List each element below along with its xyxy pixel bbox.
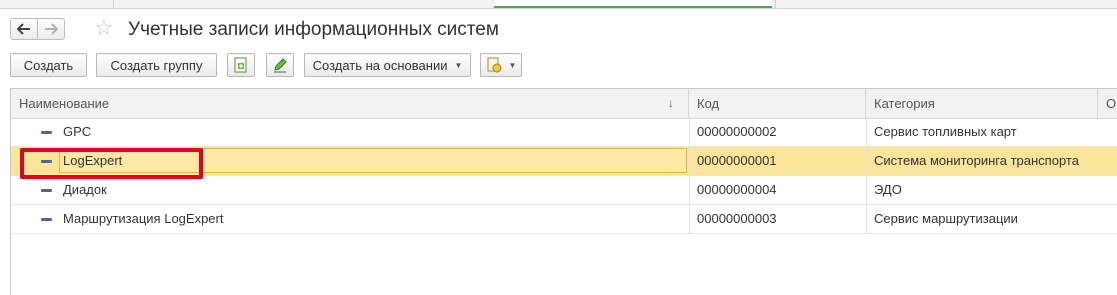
forward-button[interactable]	[37, 18, 65, 40]
report-icon	[487, 57, 502, 73]
divider	[689, 118, 690, 146]
back-button[interactable]	[10, 18, 38, 40]
column-header-more[interactable]: О	[1098, 89, 1117, 118]
accounts-table: Наименование ↓ Код Категория О GPC 00000…	[10, 88, 1117, 295]
arrow-right-icon	[45, 23, 58, 35]
tab-separator	[775, 0, 776, 8]
column-header-category[interactable]: Категория	[866, 89, 1098, 118]
create-on-basis-button[interactable]: Создать на основании ▼	[304, 53, 471, 77]
chevron-down-icon: ▼	[454, 60, 463, 70]
row-code: 00000000004	[697, 182, 777, 197]
tab-strip	[0, 0, 1117, 9]
edit-button[interactable]	[266, 53, 294, 77]
tab-separator	[113, 0, 114, 8]
sort-arrow-icon: ↓	[668, 96, 674, 110]
divider	[689, 176, 690, 204]
table-row[interactable]: Маршрутизация LogExpert 00000000003 Серв…	[11, 205, 1117, 234]
row-category: Сервис маршрутизации	[874, 211, 1018, 226]
row-code: 00000000001	[697, 153, 777, 168]
divider	[866, 147, 867, 175]
divider	[866, 118, 867, 146]
favorite-star-icon[interactable]: ☆	[94, 16, 114, 40]
arrow-left-icon	[17, 23, 30, 35]
item-icon	[41, 189, 52, 192]
page-title: Учетные записи информационных систем	[128, 19, 499, 40]
copy-icon	[234, 57, 247, 73]
row-name: Маршрутизация LogExpert	[63, 211, 224, 226]
row-name: GPC	[63, 124, 92, 139]
divider	[866, 176, 867, 204]
item-icon	[41, 131, 52, 134]
report-button[interactable]: ▼	[480, 53, 522, 77]
row-name: Диадок	[63, 182, 107, 197]
row-code: 00000000003	[697, 211, 777, 226]
create-button[interactable]: Создать	[10, 53, 87, 77]
create-group-button[interactable]: Создать группу	[96, 53, 217, 77]
row-category: Сервис топливных карт	[874, 124, 1017, 139]
copy-button[interactable]	[227, 53, 255, 77]
item-icon	[41, 218, 52, 221]
create-on-basis-label: Создать на основании	[312, 57, 448, 73]
chevron-down-icon: ▼	[508, 60, 517, 70]
highlight-annotation	[20, 148, 203, 179]
column-header-name[interactable]: Наименование	[11, 89, 689, 118]
table-row[interactable]: GPC 00000000002 Сервис топливных карт	[11, 118, 1117, 147]
table-header: Наименование ↓ Код Категория О	[11, 89, 1117, 119]
column-header-code[interactable]: Код	[689, 89, 866, 118]
divider	[866, 205, 867, 233]
table-row[interactable]: Диадок 00000000004 ЭДО	[11, 176, 1117, 205]
divider	[689, 147, 690, 175]
edit-icon	[274, 58, 287, 73]
row-category: ЭДО	[874, 182, 902, 197]
row-code: 00000000002	[697, 124, 777, 139]
row-category: Система мониторинга транспорта	[874, 153, 1079, 168]
divider	[689, 205, 690, 233]
active-tab[interactable]	[494, 0, 772, 8]
